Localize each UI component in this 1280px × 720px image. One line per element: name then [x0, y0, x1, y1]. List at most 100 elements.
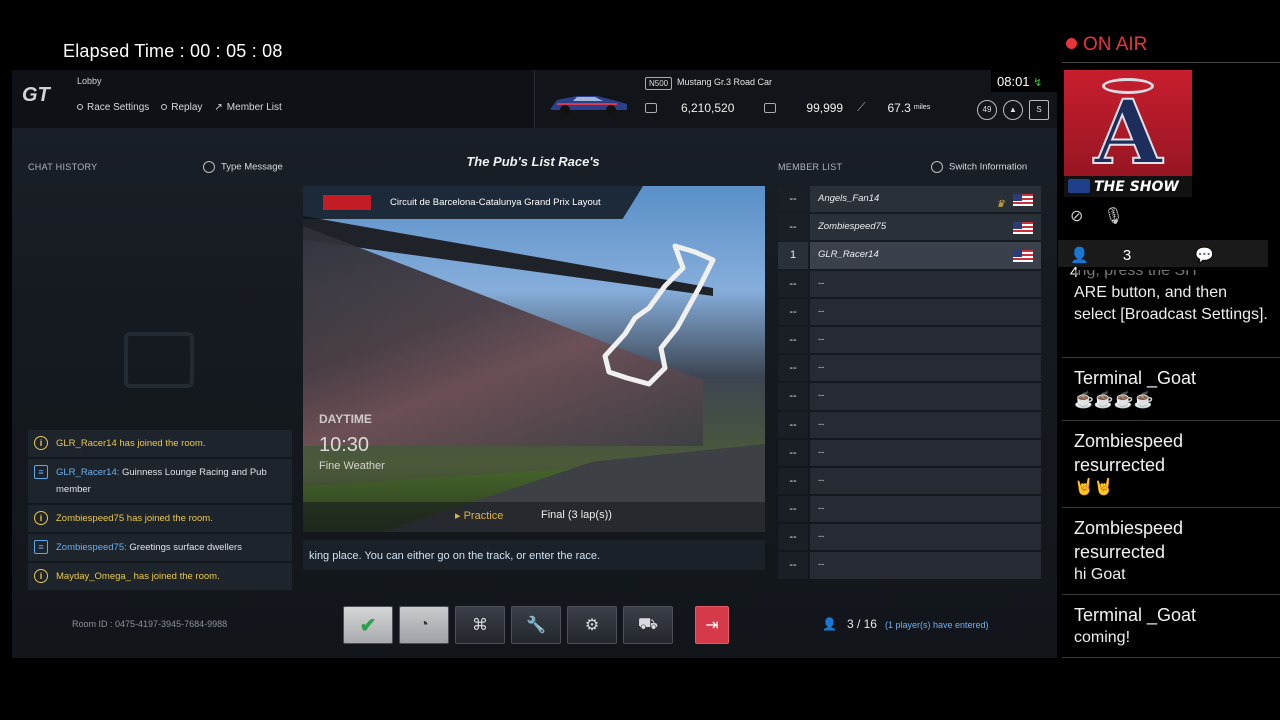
member-rank: -- — [778, 383, 808, 410]
exit-room-button[interactable]: ⇥ — [695, 606, 729, 644]
member-name: Zombiespeed75 — [818, 221, 887, 233]
message-icon: ≡ — [34, 465, 48, 479]
nav-label: Replay — [171, 102, 203, 113]
chat-text: Greetings surface dwellers — [126, 542, 242, 553]
type-message-button[interactable]: Type Message — [203, 161, 283, 173]
member-list-link[interactable]: ↗ Member List — [214, 102, 281, 113]
comment-partial: ing, press the SH ARE button, and then s… — [1062, 270, 1280, 358]
viewers-count: 👤 3 — [1070, 247, 1161, 264]
member-name: -- — [810, 524, 1041, 551]
member-rank: -- — [778, 186, 808, 213]
broadcast-controls: ⊘ 🎙 — [1070, 206, 1124, 226]
type-message-label: Type Message — [221, 161, 283, 173]
tuning-button[interactable]: 🔧 — [511, 606, 561, 644]
elapsed-time: Elapsed Time : 00 : 05 : 08 — [63, 41, 283, 61]
member-row[interactable]: 1 GLR_Racer14 — [778, 242, 1041, 269]
switch-info-label: Switch Information — [949, 161, 1028, 173]
member-name: -- — [810, 467, 1041, 495]
member-rank: -- — [778, 270, 808, 297]
member-rank: -- — [778, 355, 808, 382]
distance-unit: miles — [913, 104, 931, 111]
weather: Fine Weather — [319, 460, 385, 472]
chat-message: i Mayday_Omega_ has joined the room. — [28, 563, 292, 590]
game-cover-art: A THE SHOW — [1064, 70, 1192, 197]
member-name: -- — [810, 270, 1041, 297]
clock: 08:01 ↯ — [991, 70, 1057, 92]
person-icon: 👤 — [822, 617, 837, 631]
info-ticker: king place. You can either go on the tra… — [303, 540, 765, 570]
member-name: -- — [810, 411, 1041, 438]
info-icon: i — [34, 569, 48, 583]
spectate-button[interactable]: ◔ — [399, 606, 449, 644]
sportsmanship-icon: S — [1029, 100, 1049, 120]
track-name: Circuit de Barcelona-Catalunya Grand Pri… — [390, 197, 601, 208]
viewers-value: 3 — [1122, 247, 1132, 264]
member-row-empty: -- -- — [778, 439, 1041, 466]
car-image — [551, 96, 627, 115]
binoculars-button[interactable]: ⌘ — [455, 606, 505, 644]
track-preview: Circuit de Barcelona-Catalunya Grand Pri… — [303, 186, 765, 532]
player-count: 👤 3 / 16 (1 player(s) have entered) — [822, 617, 989, 631]
game-window: GT Lobby Race Settings Replay ↗ Member Li… — [12, 70, 1057, 658]
mileage-icon — [764, 102, 777, 113]
microphone-icon[interactable]: 🎙 — [1103, 206, 1123, 226]
on-air-label: ON AIR — [1083, 34, 1148, 55]
member-name: GLR_Racer14 — [818, 249, 879, 261]
car-panel: N500 Mustang Gr.3 Road Car 6,210,520 99,… — [534, 70, 1057, 128]
player-count-value: 3 / 16 — [846, 617, 877, 631]
chat-message: i GLR_Racer14 has joined the room. — [28, 430, 292, 457]
info-icon: i — [34, 511, 48, 525]
on-air-indicator: ON AIR — [1066, 34, 1147, 56]
signal-icon: ↯ — [1033, 77, 1043, 89]
member-row-empty: -- -- — [778, 552, 1041, 579]
comment-user: Zombiespeed resurrected — [1074, 431, 1184, 475]
distance-value: 67.3 — [887, 100, 911, 115]
camera-off-icon[interactable]: ⊘ — [1070, 206, 1083, 226]
nav-label: Race Settings — [87, 102, 150, 113]
comment: Zombiespeed resurrected 🤘🤘 — [1062, 421, 1280, 508]
chat-user: Zombiespeed75: — [56, 542, 127, 553]
chat-text: has joined the room. — [124, 513, 213, 524]
daytime-label: DAYTIME — [319, 412, 372, 426]
member-rank: -- — [778, 552, 808, 579]
comment-user: Terminal _Goat — [1074, 368, 1197, 388]
message-icon: ≡ — [34, 540, 48, 554]
switch-information-button[interactable]: Switch Information — [931, 161, 1027, 173]
driver-rank-icon: ▲ — [1003, 100, 1023, 120]
chat-bubble-icon — [124, 332, 194, 388]
member-name: -- — [810, 326, 1041, 354]
circuit-logo — [323, 195, 371, 210]
member-row[interactable]: -- Zombiespeed75 — [778, 214, 1041, 241]
credits-icon — [645, 102, 657, 113]
chat-message: ≡ Zombiespeed75: Greetings surface dwelle… — [28, 534, 292, 561]
car-stats: 6,210,520 99,999 ⟋ 67.3 miles — [645, 100, 930, 115]
member-rank: -- — [778, 298, 808, 325]
garage-button[interactable]: ⛟ — [623, 606, 673, 644]
member-list-header: MEMBER LIST — [778, 162, 843, 172]
race-settings-link[interactable]: Race Settings — [77, 102, 149, 113]
member-name-cell: GLR_Racer14 — [810, 242, 1041, 269]
race-time: 10:30 — [319, 434, 370, 456]
chat-user: GLR_Racer14: — [56, 467, 120, 478]
chat-message: ≡ GLR_Racer14: Guinness Lounge Racing and… — [28, 459, 292, 503]
car-class-badge: N500 — [645, 77, 673, 90]
comment-text: 🤘🤘 — [1074, 479, 1114, 496]
top-nav: Race Settings Replay ↗ Member List — [77, 102, 282, 113]
chat-user: Mayday_Omega_ — [56, 571, 131, 582]
member-row-empty: -- -- — [778, 524, 1041, 551]
member-rank: -- — [778, 496, 808, 523]
circle-button-icon — [77, 104, 83, 111]
ready-button[interactable]: ✔ — [343, 606, 393, 644]
mileage-points-value: 99,999 — [806, 100, 844, 115]
arrow-icon: ↗ — [214, 102, 223, 113]
replay-link[interactable]: Replay — [161, 102, 202, 113]
us-flag-icon — [1013, 194, 1033, 206]
member-rank: 1 — [778, 242, 808, 269]
level-badge: 49 — [977, 100, 997, 120]
nav-label: Member List — [226, 102, 282, 113]
member-row[interactable]: -- Angels_Fan14 ♛ — [778, 186, 1041, 213]
comment-text: ARE button, and then select [Broadcast S… — [1074, 284, 1268, 323]
member-name: -- — [810, 383, 1041, 410]
settings-button[interactable]: ⚙ — [567, 606, 617, 644]
practice-label: Practice — [463, 510, 504, 522]
